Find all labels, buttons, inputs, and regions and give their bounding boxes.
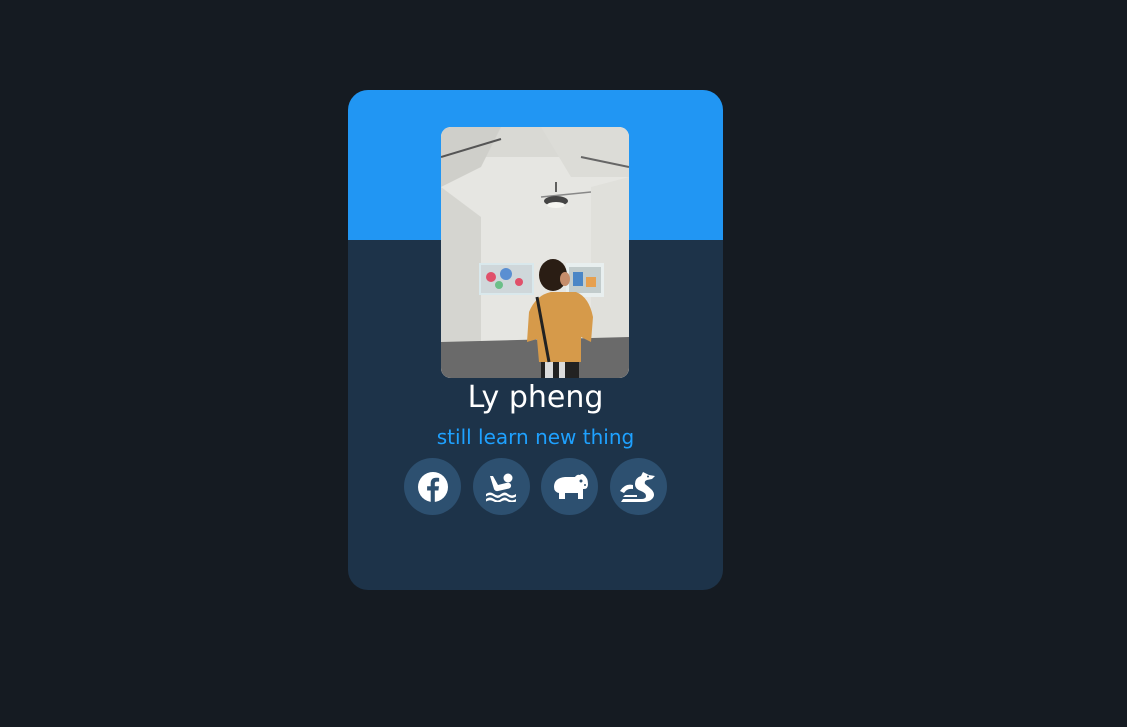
hippo-icon <box>551 473 589 501</box>
profile-tagline: still learn new thing <box>436 425 635 449</box>
profile-card: Ly pheng still learn new thing <box>348 90 723 590</box>
social-links <box>404 458 667 515</box>
swimmer-icon <box>484 472 518 502</box>
dragon-icon <box>619 471 657 503</box>
social-button-hippo[interactable] <box>541 458 598 515</box>
social-button-dragon[interactable] <box>609 458 667 515</box>
profile-photo <box>441 127 629 378</box>
profile-name: Ly pheng <box>467 380 604 415</box>
social-button-facebook[interactable] <box>404 458 461 515</box>
social-button-swimmer[interactable] <box>472 458 530 515</box>
facebook-icon <box>417 471 449 503</box>
